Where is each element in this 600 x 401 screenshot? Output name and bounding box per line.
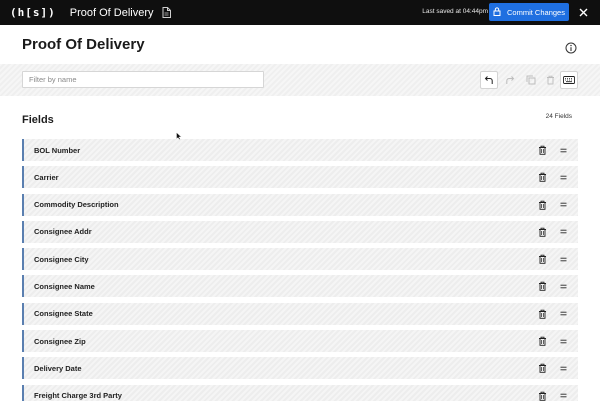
drag-handle-icon[interactable] — [558, 280, 568, 292]
toolbar — [0, 64, 600, 96]
trash-icon[interactable] — [536, 144, 548, 156]
drag-handle-icon[interactable] — [558, 335, 568, 347]
field-label: Consignee Zip — [34, 336, 86, 346]
trash-icon[interactable] — [536, 308, 548, 320]
drag-handle-icon[interactable] — [558, 253, 568, 265]
copy-icon[interactable] — [522, 71, 540, 89]
fields-list: BOL Number Carrier Commodity Description Co… — [22, 139, 578, 401]
trash-icon[interactable] — [536, 362, 548, 374]
field-label: BOL Number — [34, 145, 81, 155]
field-row[interactable]: Commodity Description — [22, 193, 578, 216]
trash-icon[interactable] — [536, 226, 548, 238]
undo-icon[interactable] — [480, 71, 498, 89]
drag-handle-icon[interactable] — [558, 226, 568, 238]
field-label: Consignee Addr — [34, 227, 92, 237]
field-row[interactable]: Consignee Name — [22, 275, 578, 298]
info-icon[interactable] — [565, 41, 577, 59]
field-label: Delivery Date — [34, 363, 82, 373]
field-row[interactable]: Delivery Date — [22, 357, 578, 380]
close-icon[interactable] — [576, 4, 590, 20]
trash-icon[interactable] — [536, 280, 548, 292]
trash-icon[interactable] — [536, 199, 548, 211]
fields-title: Fields — [22, 114, 54, 126]
drag-handle-icon[interactable] — [558, 171, 568, 183]
drag-handle-icon[interactable] — [558, 362, 568, 374]
delete-icon[interactable] — [541, 71, 559, 89]
field-label: Commodity Description — [34, 200, 119, 210]
field-row[interactable]: Consignee Zip — [22, 330, 578, 353]
lock-icon — [493, 6, 501, 18]
top-bar: (h[s]) Proof Of Delivery Last saved at 0… — [0, 0, 600, 25]
document-title: Proof Of Delivery — [69, 6, 154, 19]
trash-icon[interactable] — [536, 171, 548, 183]
mouse-cursor-icon — [176, 127, 182, 145]
field-label: Consignee Name — [34, 281, 95, 291]
fields-count: 24 Fields — [545, 113, 572, 120]
trash-icon[interactable] — [536, 335, 548, 347]
drag-handle-icon[interactable] — [558, 390, 568, 401]
drag-handle-icon[interactable] — [558, 199, 568, 211]
last-saved-status: Last saved at 04:44pm — [422, 8, 488, 15]
field-row[interactable]: Consignee Addr — [22, 220, 578, 243]
trash-icon[interactable] — [536, 253, 548, 265]
field-label: Freight Charge 3rd Party — [34, 391, 122, 401]
redo-icon[interactable] — [501, 71, 519, 89]
field-row[interactable]: BOL Number — [22, 139, 578, 161]
field-label: Consignee City — [34, 254, 89, 264]
page-title: Proof Of Delivery — [22, 36, 145, 53]
field-label: Carrier — [34, 172, 59, 182]
keyboard-icon[interactable] — [560, 71, 578, 89]
app-logo[interactable]: (h[s]) — [10, 6, 56, 19]
field-label: Consignee State — [34, 309, 93, 319]
commit-changes-button[interactable]: Commit Changes — [489, 3, 569, 21]
trash-icon[interactable] — [536, 390, 548, 401]
drag-handle-icon[interactable] — [558, 308, 568, 320]
field-row[interactable]: Freight Charge 3rd Party — [22, 384, 578, 401]
filter-input[interactable] — [22, 71, 264, 88]
field-row[interactable]: Consignee City — [22, 248, 578, 271]
field-row[interactable]: Consignee State — [22, 302, 578, 325]
document-icon[interactable] — [162, 7, 171, 18]
drag-handle-icon[interactable] — [558, 144, 568, 156]
field-row[interactable]: Carrier — [22, 166, 578, 189]
commit-changes-label: Commit Changes — [507, 7, 565, 17]
